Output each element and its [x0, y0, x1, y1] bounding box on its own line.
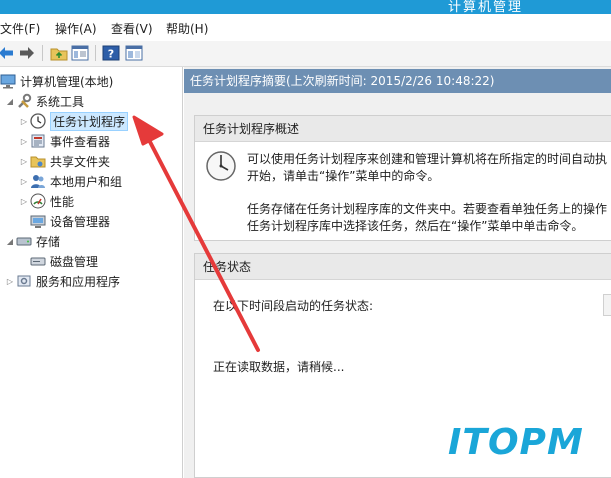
back-icon[interactable] — [0, 43, 16, 63]
overview-text-line: 任务计划程序库中选择该任务，然后在“操作”菜单中单击命令。 — [247, 219, 584, 233]
toolbar-separator — [95, 45, 96, 61]
device-manager-icon — [30, 213, 46, 229]
tree-item-label: 服务和应用程序 — [36, 274, 121, 289]
help-icon[interactable]: ? — [101, 43, 121, 63]
tree-item-local-users[interactable]: ▷ 本地用户和组 — [18, 171, 122, 191]
menu-help[interactable]: 帮助(H) — [166, 20, 208, 37]
loading-text: 正在读取数据，请稍候... — [213, 360, 345, 374]
clock-icon — [205, 150, 237, 185]
show-hide-tree-icon[interactable] — [70, 43, 90, 63]
clock-icon — [30, 113, 46, 129]
storage-icon — [16, 233, 32, 249]
tree-item-label: 性能 — [50, 194, 75, 209]
tree-item-services-apps[interactable]: ▷ 服务和应用程序 — [4, 271, 120, 291]
main-pane: 任务计划程序摘要(上次刷新时间: 2015/2/26 10:48:22) 任务计… — [184, 67, 611, 478]
overview-panel-title[interactable]: 任务计划程序概述 — [195, 116, 611, 142]
menu-action[interactable]: 操作(A) — [55, 20, 97, 37]
overview-text-line: 可以使用任务计划程序来创建和管理计算机将在所指定的时间自动执 — [247, 152, 608, 166]
expand-arrow-icon[interactable]: ▷ — [4, 277, 16, 286]
expand-arrow-icon[interactable]: ▷ — [18, 117, 30, 126]
tree-item-label: 事件查看器 — [50, 134, 111, 149]
event-viewer-icon — [30, 133, 46, 149]
title-bar: 计算机管理 — [0, 0, 611, 15]
tree-item-label: 本地用户和组 — [50, 174, 123, 189]
tree-item-label: 系统工具 — [36, 94, 85, 109]
overview-panel: 任务计划程序概述 可以使用任务计划程序来创建和管理计算机将在所指定的时间自动执 … — [194, 115, 611, 241]
collapse-arrow-icon[interactable]: ◢ — [4, 237, 16, 246]
users-icon — [30, 173, 46, 189]
summary-header: 任务计划程序摘要(上次刷新时间: 2015/2/26 10:48:22) — [184, 69, 611, 93]
toolbar: ? — [0, 41, 611, 67]
expand-arrow-icon[interactable]: ▷ — [18, 137, 30, 146]
period-dropdown[interactable] — [603, 294, 611, 316]
tree-item-event-viewer[interactable]: ▷ 事件查看器 — [18, 131, 110, 151]
shared-folder-icon — [30, 153, 46, 169]
tree-item-computer-management[interactable]: 计算机管理(本地) — [0, 71, 113, 91]
tree-item-label: 磁盘管理 — [50, 254, 99, 269]
tree-item-label: 存储 — [36, 234, 61, 249]
properties-icon[interactable] — [124, 43, 144, 63]
tree-item-performance[interactable]: ▷ 性能 — [18, 191, 74, 211]
tree-item-system-tools[interactable]: ◢ 系统工具 — [4, 91, 84, 111]
up-folder-icon[interactable] — [49, 43, 69, 63]
tree-item-shared-folders[interactable]: ▷ 共享文件夹 — [18, 151, 110, 171]
watermark-logo: ITOPM — [448, 422, 584, 463]
overview-text-line: 开始，请单击“操作”菜单中的命令。 — [247, 169, 440, 183]
tools-icon — [16, 93, 32, 109]
tree-item-label: 任务计划程序 — [50, 111, 129, 131]
menu-file[interactable]: 文件(F) — [0, 20, 40, 37]
expand-arrow-icon[interactable]: ▷ — [18, 197, 30, 206]
toolbar-separator — [42, 45, 43, 61]
forward-icon[interactable] — [17, 43, 37, 63]
tree-item-label: 计算机管理(本地) — [20, 74, 114, 89]
tree-item-storage[interactable]: ◢ 存储 — [4, 231, 60, 251]
task-status-prompt: 在以下时间段启动的任务状态: — [213, 299, 374, 313]
tree-item-disk-management[interactable]: 磁盘管理 — [30, 251, 98, 271]
navigation-tree: 计算机管理(本地) ◢ 系统工具 ▷ 任务计划程序 ▷ 事件查看器 ▷ 共享文件… — [0, 67, 183, 478]
tree-item-task-scheduler[interactable]: ▷ 任务计划程序 — [18, 111, 129, 131]
computer-icon — [0, 73, 16, 89]
expand-arrow-icon[interactable]: ▷ — [18, 177, 30, 186]
tree-item-label: 共享文件夹 — [50, 154, 111, 169]
menu-view[interactable]: 查看(V) — [111, 20, 153, 37]
tree-item-device-manager[interactable]: 设备管理器 — [30, 211, 110, 231]
tree-item-label: 设备管理器 — [50, 214, 111, 229]
task-status-panel-title[interactable]: 任务状态 — [195, 254, 611, 280]
disk-icon — [30, 253, 46, 269]
overview-text-line: 任务存储在任务计划程序库的文件夹中。若要查看单独任务上的操作 — [247, 202, 608, 216]
expand-arrow-icon[interactable]: ▷ — [18, 157, 30, 166]
svg-text:?: ? — [108, 48, 114, 61]
performance-icon — [30, 193, 46, 209]
collapse-arrow-icon[interactable]: ◢ — [4, 97, 16, 106]
services-icon — [16, 273, 32, 289]
window-title: 计算机管理 — [447, 0, 523, 15]
menu-bar: 文件(F) 操作(A) 查看(V) 帮助(H) — [0, 14, 611, 41]
